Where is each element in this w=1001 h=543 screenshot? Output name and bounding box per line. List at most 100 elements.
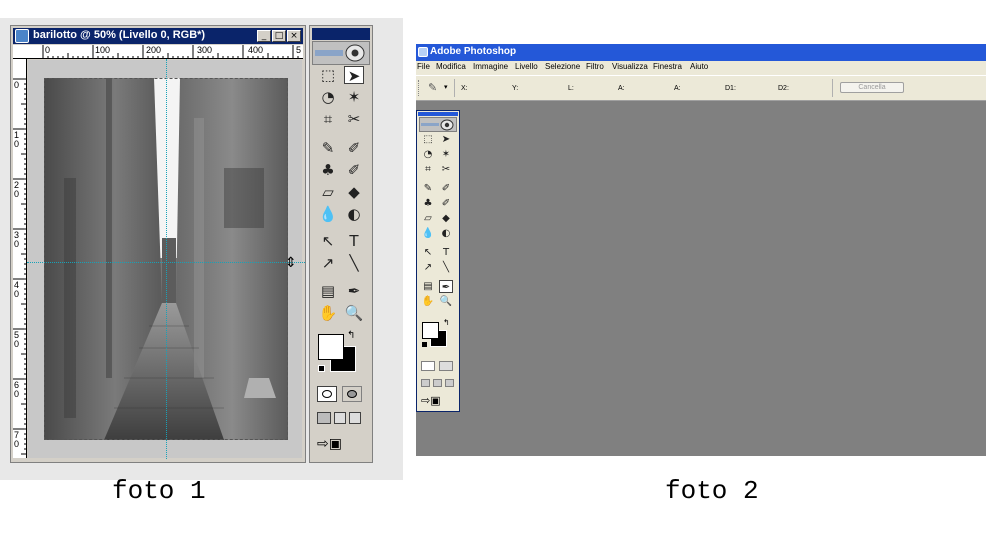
crop-icon[interactable]: ⌗ (318, 110, 338, 128)
minimize-button[interactable]: _ (257, 30, 271, 42)
menu-visualizza[interactable]: Visualizza (612, 62, 648, 71)
history-brush-icon[interactable]: ✐ (344, 161, 364, 179)
toolbox-titlebar[interactable] (418, 112, 458, 116)
move-icon[interactable]: ➤ (344, 66, 364, 85)
jump-to-imageready-icon[interactable]: ⇨▣ (421, 394, 441, 407)
document-canvas[interactable] (28, 60, 302, 458)
move-guide-cursor-icon: ⇕ (285, 255, 297, 271)
photoshop-eye-logo[interactable] (312, 41, 370, 65)
notes-icon[interactable]: ▤ (421, 280, 435, 293)
foreground-color-swatch[interactable] (318, 334, 344, 360)
zoom-icon[interactable]: 🔍 (439, 295, 453, 308)
screen-mode-full-menu-icon[interactable] (334, 412, 346, 424)
menu-file[interactable]: File (417, 62, 430, 71)
ruler-label: 4 0 (14, 280, 20, 299)
eyedropper-icon[interactable]: ✒ (439, 280, 453, 293)
toolbox-titlebar[interactable] (312, 28, 370, 40)
swap-colors-icon[interactable]: ↰ (443, 318, 450, 327)
brush-icon[interactable]: ✐ (344, 139, 364, 157)
healing-brush-icon[interactable]: ✎ (421, 182, 435, 195)
measure-tool-icon[interactable]: ✎ (428, 81, 437, 94)
swap-colors-icon[interactable]: ↰ (347, 330, 355, 341)
menu-modifica[interactable]: Modifica (436, 62, 466, 71)
menu-filtro[interactable]: Filtro (586, 62, 604, 71)
ruler-label: 6 0 (14, 380, 20, 399)
type-icon[interactable]: T (344, 232, 364, 250)
paint-bucket-icon[interactable]: ◆ (439, 212, 453, 225)
menu-aiuto[interactable]: Aiuto (690, 62, 708, 71)
type-icon[interactable]: T (439, 246, 453, 259)
paint-bucket-icon[interactable]: ◆ (344, 183, 364, 201)
screen-mode-full-menu-icon[interactable] (433, 379, 442, 387)
screen-mode-full-icon[interactable] (349, 412, 361, 424)
clone-stamp-icon[interactable]: ♣ (421, 197, 435, 210)
eraser-icon[interactable]: ▱ (421, 212, 435, 225)
blur-icon[interactable]: 💧 (318, 205, 338, 223)
guide-horizontal[interactable] (27, 262, 305, 263)
menu-selezione[interactable]: Selezione (545, 62, 580, 71)
zoom-icon[interactable]: 🔍 (344, 304, 364, 322)
move-icon[interactable]: ➤ (439, 133, 453, 146)
path-selection-icon[interactable]: ↖ (421, 246, 435, 259)
history-brush-icon[interactable]: ✐ (439, 197, 453, 210)
toolbox-panel-small[interactable]: ⬚ ➤ ◔ ✶ ⌗ ✂ ✎ ✐ ♣ ✐ ▱ ◆ 💧 ◐ ↖ T ↗ ╲ ▤ ✒ ✋ 🔍 ↰ ⇨▣ (416, 110, 460, 412)
document-titlebar[interactable]: barilotto @ 50% (Livello 0, RGB*) _ □ × (13, 28, 303, 44)
document-title: barilotto @ 50% (Livello 0, RGB*) (33, 29, 206, 41)
lasso-icon[interactable]: ◔ (318, 88, 338, 106)
clone-stamp-icon[interactable]: ♣ (318, 161, 338, 179)
toolbox-panel[interactable]: ⬚ ➤ ◔ ✶ ⌗ ✂ ✎ ✐ ♣ ✐ ▱ ◆ 💧 ◐ ↖ T ↗ ╲ ▤ ✒ ✋ 🔍 ↰ ⇨▣ (309, 25, 373, 463)
quick-mask-icon[interactable] (342, 386, 362, 402)
slice-icon[interactable]: ✂ (344, 110, 364, 128)
close-button[interactable]: × (287, 30, 301, 42)
marquee-icon[interactable]: ⬚ (318, 66, 338, 84)
document-window[interactable]: barilotto @ 50% (Livello 0, RGB*) _ □ × … (10, 25, 306, 463)
notes-icon[interactable]: ▤ (318, 282, 338, 300)
options-bar: ✎ ▾ X: Y: L: A: A: D1: D2: Cancella (416, 75, 986, 101)
blur-icon[interactable]: 💧 (421, 227, 435, 240)
default-colors-icon[interactable] (422, 342, 427, 347)
healing-brush-icon[interactable]: ✎ (318, 139, 338, 157)
line-icon[interactable]: ╲ (344, 254, 364, 272)
options-bar-gripper[interactable] (418, 80, 421, 96)
guide-vertical[interactable] (166, 59, 167, 459)
standard-mode-icon[interactable] (317, 386, 337, 402)
hand-icon[interactable]: ✋ (421, 295, 435, 308)
default-colors-icon[interactable] (318, 365, 325, 372)
quick-mask-icon[interactable] (439, 361, 453, 371)
line-icon[interactable]: ╲ (439, 261, 453, 274)
menu-livello[interactable]: Livello (515, 62, 538, 71)
screen-mode-standard-icon[interactable] (317, 412, 331, 424)
menu-immagine[interactable]: Immagine (473, 62, 508, 71)
ruler-horizontal[interactable]: 0 100 200 300 400 5 (13, 45, 303, 59)
screen-mode-full-icon[interactable] (445, 379, 454, 387)
ruler-label: 0 (14, 80, 20, 90)
standard-mode-icon[interactable] (421, 361, 435, 371)
crop-icon[interactable]: ⌗ (421, 163, 435, 176)
eraser-icon[interactable]: ▱ (318, 183, 338, 201)
foreground-color-swatch[interactable] (422, 322, 439, 339)
maximize-button[interactable]: □ (272, 30, 286, 42)
pen-icon[interactable]: ↗ (421, 261, 435, 274)
path-selection-icon[interactable]: ↖ (318, 232, 338, 250)
magic-wand-icon[interactable]: ✶ (439, 148, 453, 161)
dodge-icon[interactable]: ◐ (439, 227, 453, 240)
app-titlebar[interactable]: Adobe Photoshop (416, 44, 986, 61)
eyedropper-icon[interactable]: ✒ (344, 282, 364, 300)
pen-icon[interactable]: ↗ (318, 254, 338, 272)
photoshop-eye-logo[interactable] (419, 117, 457, 132)
dodge-icon[interactable]: ◐ (344, 205, 364, 223)
screen-mode-standard-icon[interactable] (421, 379, 430, 387)
hand-icon[interactable]: ✋ (318, 304, 338, 322)
lasso-icon[interactable]: ◔ (421, 148, 435, 161)
magic-wand-icon[interactable]: ✶ (344, 88, 364, 106)
jump-to-imageready-icon[interactable]: ⇨▣ (317, 436, 363, 454)
slice-icon[interactable]: ✂ (439, 163, 453, 176)
cancella-button[interactable]: Cancella (840, 82, 904, 93)
menu-finestra[interactable]: Finestra (653, 62, 682, 71)
brush-icon[interactable]: ✐ (439, 182, 453, 195)
marquee-icon[interactable]: ⬚ (421, 133, 435, 146)
eye-icon (421, 119, 454, 131)
ruler-vertical[interactable]: 0 1 0 2 0 3 0 4 0 5 0 6 0 7 0 (13, 59, 27, 458)
tool-preset-dropdown-icon[interactable]: ▾ (444, 83, 448, 91)
photoshop-window[interactable]: Adobe Photoshop File Modifica Immagine L… (416, 44, 986, 456)
